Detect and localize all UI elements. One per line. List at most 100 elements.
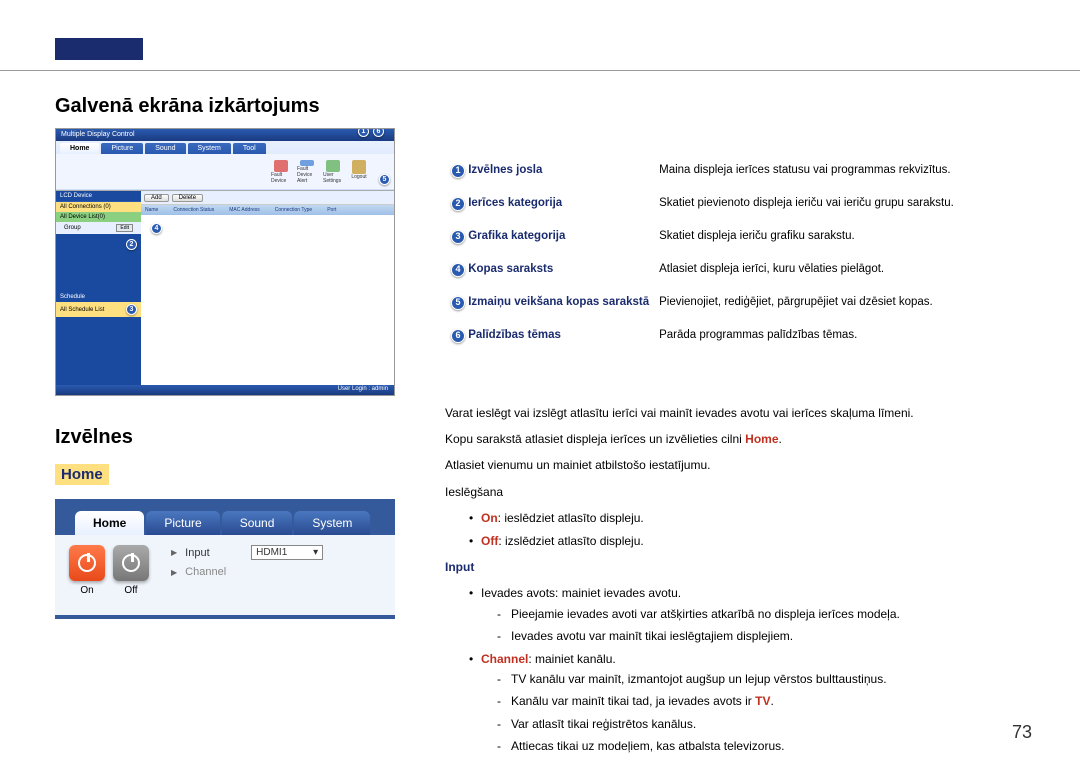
- legend-label: Kopas saraksts: [468, 263, 553, 275]
- power-on-col: On: [69, 545, 105, 596]
- off-bullet: Off: izslēdziet atlasīto displeju.: [469, 531, 1025, 551]
- power-off-col: Off: [113, 545, 149, 596]
- app-tab-home[interactable]: Home: [60, 143, 99, 154]
- app-main-header: Name Connection Status MAC Address Conne…: [141, 205, 394, 215]
- callout-6-icon: 6: [373, 128, 384, 137]
- home-tab-sound[interactable]: Sound: [222, 511, 293, 535]
- sidebar-all-connections[interactable]: All Connections (0): [56, 202, 141, 212]
- input-bullets: Ievades avots: mainiet ievades avotu. Pi…: [469, 583, 1025, 756]
- app-titlebar: Multiple Display Control 1 6: [56, 129, 394, 141]
- app-tab-tool[interactable]: Tool: [233, 143, 266, 154]
- left-column: Multiple Display Control 1 6 Home Pictur…: [55, 128, 395, 619]
- on-label: On: [80, 585, 93, 596]
- dropdown-arrow-icon: ▾: [313, 547, 318, 558]
- sidebar-schedule: Schedule: [56, 292, 141, 302]
- app-main: Add Delete Name Connection Status MAC Ad…: [141, 191, 394, 386]
- main-heading: Galvenā ekrāna izkārtojums: [55, 95, 1025, 118]
- intro-line-2: Kopu sarakstā atlasiet displeja ierīces …: [445, 429, 1025, 449]
- logout-icon[interactable]: Logout: [349, 160, 369, 184]
- app-screenshot: Multiple Display Control 1 6 Home Pictur…: [55, 128, 395, 396]
- fault-device-icon[interactable]: Fault Device: [271, 160, 291, 184]
- input-dash-1: Pieejamie ievades avoti var atšķirties a…: [497, 604, 1025, 624]
- legend-desc: Pievienojiet, rediģējiet, pārgrupējiet v…: [655, 287, 1023, 318]
- power-icon: [78, 554, 96, 572]
- on-bullet: On: ieslēdziet atlasīto displeju.: [469, 508, 1025, 528]
- input-bullet-source: Ievades avots: mainiet ievades avotu. Pi…: [469, 583, 1025, 646]
- app-main-buttons: Add Delete: [141, 191, 394, 205]
- home-body: On Off ▶ Input HDMI1 ▾: [55, 535, 395, 615]
- legend-row-2: 2 Ierīces kategorija Skatiet pievienoto …: [447, 188, 1023, 219]
- right-column: 1 Izvēlnes josla Maina displeja ierīces …: [445, 128, 1025, 762]
- app-statusbar: User Login : admin: [56, 385, 394, 395]
- channel-dash-2: Kanālu var mainīt tikai tad, ja ievades …: [497, 691, 1025, 711]
- delete-button[interactable]: Delete: [172, 194, 203, 202]
- power-on-button[interactable]: [69, 545, 105, 581]
- app-topbar: Home Picture Sound System Tool Fault Dev…: [56, 141, 394, 191]
- legend-desc: Atlasiet displeja ierīci, kuru vēlaties …: [655, 254, 1023, 285]
- channel-bullet: Channel: mainiet kanālu. TV kanālu var m…: [469, 649, 1025, 757]
- legend-desc: Parāda programmas palīdzības tēmas.: [655, 320, 1023, 351]
- off-label: Off: [124, 585, 137, 596]
- channel-dash-3: Var atlasīt tikai reģistrētos kanālus.: [497, 714, 1025, 734]
- legend-num-2: 2: [451, 197, 465, 211]
- input-rows: ▶ Input HDMI1 ▾ ▶ Channel: [171, 545, 323, 584]
- legend-label: Ierīces kategorija: [468, 197, 562, 209]
- legend-row-6: 6 Palīdzības tēmas Parāda programmas pal…: [447, 320, 1023, 351]
- input-select[interactable]: HDMI1 ▾: [251, 545, 323, 560]
- app-tabs: Home Picture Sound System Tool: [56, 141, 394, 154]
- text-block: Varat ieslēgt vai izslēgt atlasītu ierīc…: [445, 403, 1025, 757]
- input-dash-2: Ievades avotu var mainīt tikai ieslēgtaj…: [497, 626, 1025, 646]
- channel-label: Channel: [185, 566, 243, 578]
- app-toolbar: Fault Device Fault Device Alert User Set…: [56, 154, 394, 189]
- callout-4-icon: 4: [151, 223, 162, 234]
- app-sidebar: LCD Device All Connections (0) All Devic…: [56, 191, 141, 386]
- legend-num-6: 6: [451, 329, 465, 343]
- legend-num-4: 4: [451, 263, 465, 277]
- header-divider: [0, 70, 1080, 71]
- channel-label-red: Channel: [481, 652, 528, 666]
- page-content: Galvenā ekrāna izkārtojums Multiple Disp…: [55, 95, 1025, 762]
- legend-table: 1 Izvēlnes josla Maina displeja ierīces …: [445, 153, 1025, 353]
- app-tab-system[interactable]: System: [188, 143, 231, 154]
- channel-dashes: TV kanālu var mainīt, izmantojot augšup …: [497, 669, 1025, 757]
- sidebar-all-schedule[interactable]: All Schedule List 3: [56, 302, 141, 317]
- chevron-right-icon[interactable]: ▶: [171, 568, 177, 577]
- user-settings-icon[interactable]: User Settings: [323, 160, 343, 184]
- legend-label: Izmaiņu veikšana kopas sarakstā: [468, 296, 649, 308]
- ieslegsana-label: Ieslēgšana: [445, 482, 1025, 502]
- home-tabs: Home Picture Sound System: [55, 499, 395, 535]
- sidebar-group-row: Group Edit: [56, 222, 141, 234]
- home-tab-system[interactable]: System: [294, 511, 370, 535]
- channel-dash-1: TV kanālu var mainīt, izmantojot augšup …: [497, 669, 1025, 689]
- intro-line-3: Atlasiet vienumu un mainiet atbilstošo i…: [445, 455, 1025, 475]
- app-title: Multiple Display Control: [61, 131, 135, 138]
- intro-line-1: Varat ieslēgt vai izslēgt atlasītu ierīc…: [445, 403, 1025, 423]
- page-number: 73: [1012, 722, 1032, 743]
- legend-num-5: 5: [451, 296, 465, 310]
- callout-3-icon: 3: [126, 304, 137, 315]
- home-tab-home[interactable]: Home: [75, 511, 144, 535]
- legend-label: Izvēlnes josla: [468, 164, 542, 176]
- power-off-button[interactable]: [113, 545, 149, 581]
- callout-5-icon: 5: [379, 174, 390, 185]
- fault-device-alert-icon[interactable]: Fault Device Alert: [297, 160, 317, 184]
- power-bullets: On: ieslēdziet atlasīto displeju. Off: i…: [469, 508, 1025, 551]
- home-heading: Home: [55, 464, 109, 485]
- chevron-right-icon[interactable]: ▶: [171, 548, 177, 557]
- input-label: Input: [185, 547, 243, 559]
- off-label-red: Off: [481, 534, 498, 548]
- legend-num-1: 1: [451, 164, 465, 178]
- header-accent-bar: [55, 38, 143, 60]
- home-tab-picture[interactable]: Picture: [146, 511, 219, 535]
- legend-label: Grafika kategorija: [468, 230, 565, 242]
- input-row: ▶ Input HDMI1 ▾: [171, 545, 323, 560]
- channel-dash-4: Attiecas tikai uz modeļiem, kas atbalsta…: [497, 736, 1025, 756]
- edit-button[interactable]: Edit: [116, 224, 133, 232]
- sidebar-all-device-list[interactable]: All Device List(0): [56, 212, 141, 222]
- app-tab-sound[interactable]: Sound: [145, 143, 185, 154]
- add-button[interactable]: Add: [144, 194, 169, 202]
- power-icon: [122, 554, 140, 572]
- app-tab-picture[interactable]: Picture: [101, 143, 143, 154]
- sidebar-lcd-device: LCD Device: [56, 191, 141, 202]
- on-label-red: On: [481, 511, 498, 525]
